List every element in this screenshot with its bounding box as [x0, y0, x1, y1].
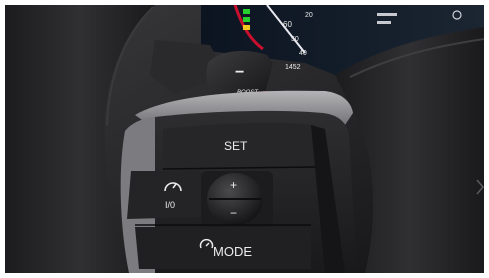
set-button[interactable]: SET	[163, 122, 315, 169]
cluster-clock: 1452	[285, 64, 301, 71]
steering-wheel-photo: 60 20 50 40 4 1452 − BOOST	[5, 5, 484, 273]
mode-button-label: MODE	[213, 244, 252, 259]
cluster-readout: 20	[305, 12, 313, 19]
speed-rocker[interactable]: + −	[201, 171, 273, 227]
speed-limiter-label: I/0	[165, 200, 175, 210]
photo-frame: 60 20 50 40 4 1452 − BOOST	[5, 5, 484, 273]
speed-limiter-button[interactable]: I/0	[127, 171, 201, 219]
cluster-readout: 50	[291, 36, 299, 43]
green-indicator	[243, 9, 250, 14]
paddle-minus-label: −	[235, 64, 244, 81]
set-button-label: SET	[224, 139, 248, 153]
speed-decrease-label: −	[230, 206, 237, 220]
mode-button[interactable]: MODE	[135, 227, 311, 269]
cluster-readout: 40	[299, 50, 307, 57]
speed-increase-label: +	[230, 178, 237, 192]
cluster-readout: 60	[283, 20, 292, 29]
